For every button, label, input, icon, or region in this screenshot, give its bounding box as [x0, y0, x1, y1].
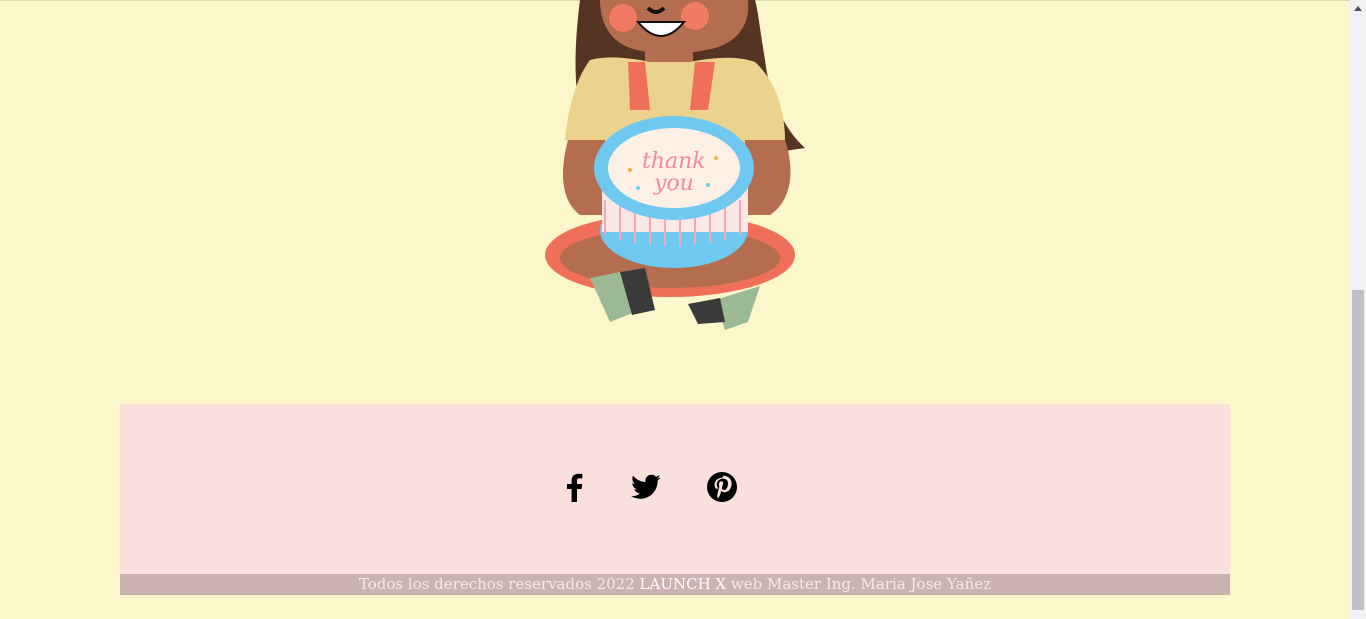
cake-text-line2: you: [653, 171, 694, 196]
copyright-suffix: web Master Ing. Maria Jose Yañez: [730, 575, 992, 593]
pinterest-link[interactable]: [705, 470, 739, 504]
thank-you-illustration: thank you: [545, 0, 805, 330]
facebook-icon: [567, 473, 583, 502]
scroll-up-arrow-icon[interactable]: [1354, 6, 1362, 11]
scrollbar-thumb[interactable]: [1352, 290, 1364, 610]
copyright-prefix: Todos los derechos reservados 2022: [358, 575, 635, 593]
copyright-bar: Todos los derechos reservados 2022 LAUNC…: [120, 574, 1230, 595]
brand-name: LAUNCH X: [639, 575, 727, 593]
vertical-scrollbar[interactable]: [1350, 0, 1366, 619]
social-links: [0, 470, 1350, 504]
page: thank you Todos los derechos reservados: [0, 0, 1350, 619]
twitter-icon: [631, 474, 661, 499]
pinterest-icon: [707, 472, 737, 502]
facebook-link[interactable]: [557, 470, 591, 504]
twitter-link[interactable]: [629, 470, 663, 504]
